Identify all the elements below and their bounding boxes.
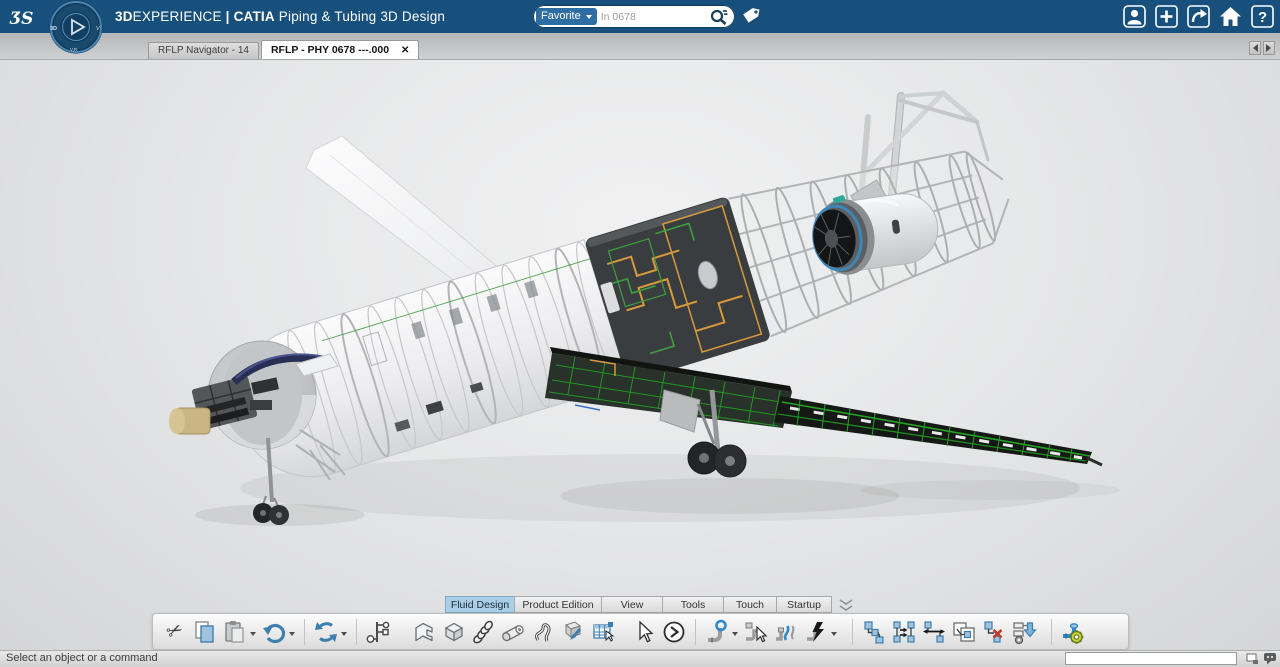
select-pointer-icon[interactable] (629, 617, 659, 647)
add-icon[interactable] (1155, 5, 1178, 28)
chevron-down-icon (586, 15, 592, 22)
close-tab-icon[interactable]: ✕ (401, 45, 409, 56)
tab-rflp-phy[interactable]: RFLP - PHY 0678 ---.000 ✕ (261, 40, 419, 59)
update-icon[interactable] (311, 617, 341, 647)
update-options-caret[interactable] (341, 632, 347, 639)
document-tab-bar: RFLP Navigator - 14 RFLP - PHY 0678 ---.… (0, 33, 1280, 60)
undo-options-caret[interactable] (289, 632, 295, 639)
quick-route-icon[interactable] (801, 617, 831, 647)
expand-window-icon[interactable] (1246, 652, 1259, 665)
ribbon-tab-bar: Fluid Design Product Edition View Tools … (445, 596, 861, 613)
top-bar: ƷS 3DEXPERIENCE | CATIA Piping & Tubing … (0, 0, 1280, 33)
title-separator: | (226, 9, 230, 24)
paste-icon[interactable] (220, 617, 250, 647)
module-name: Piping & Tubing 3D Design (279, 9, 445, 24)
generate-network-icon[interactable] (1009, 617, 1039, 647)
tab-scroll-left-icon[interactable] (1249, 41, 1261, 55)
flexible-tube-icon[interactable] (529, 617, 559, 647)
spreadsheet-icon[interactable] (589, 617, 619, 647)
select-route-icon[interactable] (741, 617, 771, 647)
place-component-icon[interactable] (559, 617, 589, 647)
undo-icon[interactable] (259, 617, 289, 647)
svg-text:?: ? (1258, 9, 1267, 26)
piping-settings-icon[interactable] (1058, 617, 1088, 647)
active-tab-label: RFLP - PHY 0678 ---.000 (271, 44, 389, 56)
compass-west-label: 3D (50, 26, 57, 32)
corrugated-hose-icon[interactable] (469, 617, 499, 647)
remove-connection-icon[interactable] (979, 617, 1009, 647)
action-bar: ✂ (152, 613, 1129, 650)
status-bar: Select an object or a command (0, 650, 1280, 667)
connect-nodes-icon[interactable] (859, 617, 889, 647)
box-duct-icon[interactable] (439, 617, 469, 647)
tag-icon[interactable] (740, 6, 762, 32)
app-title: 3DEXPERIENCE | CATIA Piping & Tubing 3D … (115, 0, 445, 33)
channel-duct-icon[interactable] (409, 617, 439, 647)
dassault-3ds-logo-icon: ƷS (6, 2, 42, 35)
quick-route-options-caret[interactable] (831, 632, 837, 639)
3d-compass[interactable]: 3D V V,R (47, 0, 105, 56)
share-icon[interactable] (1187, 5, 1210, 28)
notifications-icon[interactable] (1263, 652, 1277, 665)
near-wing[interactable] (545, 347, 1102, 465)
cut-icon[interactable]: ✂ (160, 617, 190, 647)
compass-south-label: V,R (70, 47, 78, 52)
paste-options-caret[interactable] (250, 632, 256, 639)
copy-icon[interactable] (190, 617, 220, 647)
power-input-field[interactable] (1065, 652, 1237, 665)
search-icon[interactable] (709, 7, 729, 26)
tab-scroll-buttons (1249, 41, 1275, 55)
search-input[interactable] (597, 11, 709, 23)
tab-product-edition[interactable]: Product Edition (514, 596, 602, 613)
flexible-pipe-icon[interactable] (771, 617, 801, 647)
status-message: Select an object or a command (6, 652, 158, 664)
topbar-icon-group: ? (1123, 5, 1274, 28)
tab-touch[interactable]: Touch (723, 596, 777, 613)
search-scope-label: Favorite (541, 8, 581, 25)
document-tabs: RFLP Navigator - 14 RFLP - PHY 0678 ---.… (148, 40, 421, 59)
rigid-tube-icon[interactable] (499, 617, 529, 647)
app-name: CATIA (234, 9, 275, 24)
search-bar[interactable]: Favorite (533, 5, 735, 28)
schematic-route-icon[interactable] (363, 617, 393, 647)
aircraft-3d-view[interactable] (0, 60, 1280, 667)
continue-route-icon[interactable] (659, 617, 689, 647)
collapse-ribbon-icon[interactable] (831, 597, 861, 613)
route-pipe-options-caret[interactable] (732, 632, 738, 639)
tab-view[interactable]: View (601, 596, 663, 613)
group-connection-icon[interactable] (949, 617, 979, 647)
tab-tools[interactable]: Tools (662, 596, 724, 613)
propagate-connection-icon[interactable] (889, 617, 919, 647)
tab-scroll-right-icon[interactable] (1263, 41, 1275, 55)
tab-fluid-design[interactable]: Fluid Design (445, 596, 515, 613)
tab-rflp-navigator[interactable]: RFLP Navigator - 14 (148, 42, 259, 59)
3d-viewport[interactable] (0, 60, 1280, 667)
search-scope-button[interactable]: Favorite (536, 8, 597, 25)
brand-prefix: 3D (115, 9, 133, 24)
route-pipe-icon[interactable] (702, 617, 732, 647)
home-icon[interactable] (1219, 5, 1242, 28)
user-icon[interactable] (1123, 5, 1146, 28)
brand-suffix: EXPERIENCE (133, 9, 222, 24)
svg-text:ƷS: ƷS (9, 9, 33, 29)
spread-connection-icon[interactable] (919, 617, 949, 647)
tab-startup[interactable]: Startup (776, 596, 832, 613)
help-icon[interactable]: ? (1251, 5, 1274, 28)
